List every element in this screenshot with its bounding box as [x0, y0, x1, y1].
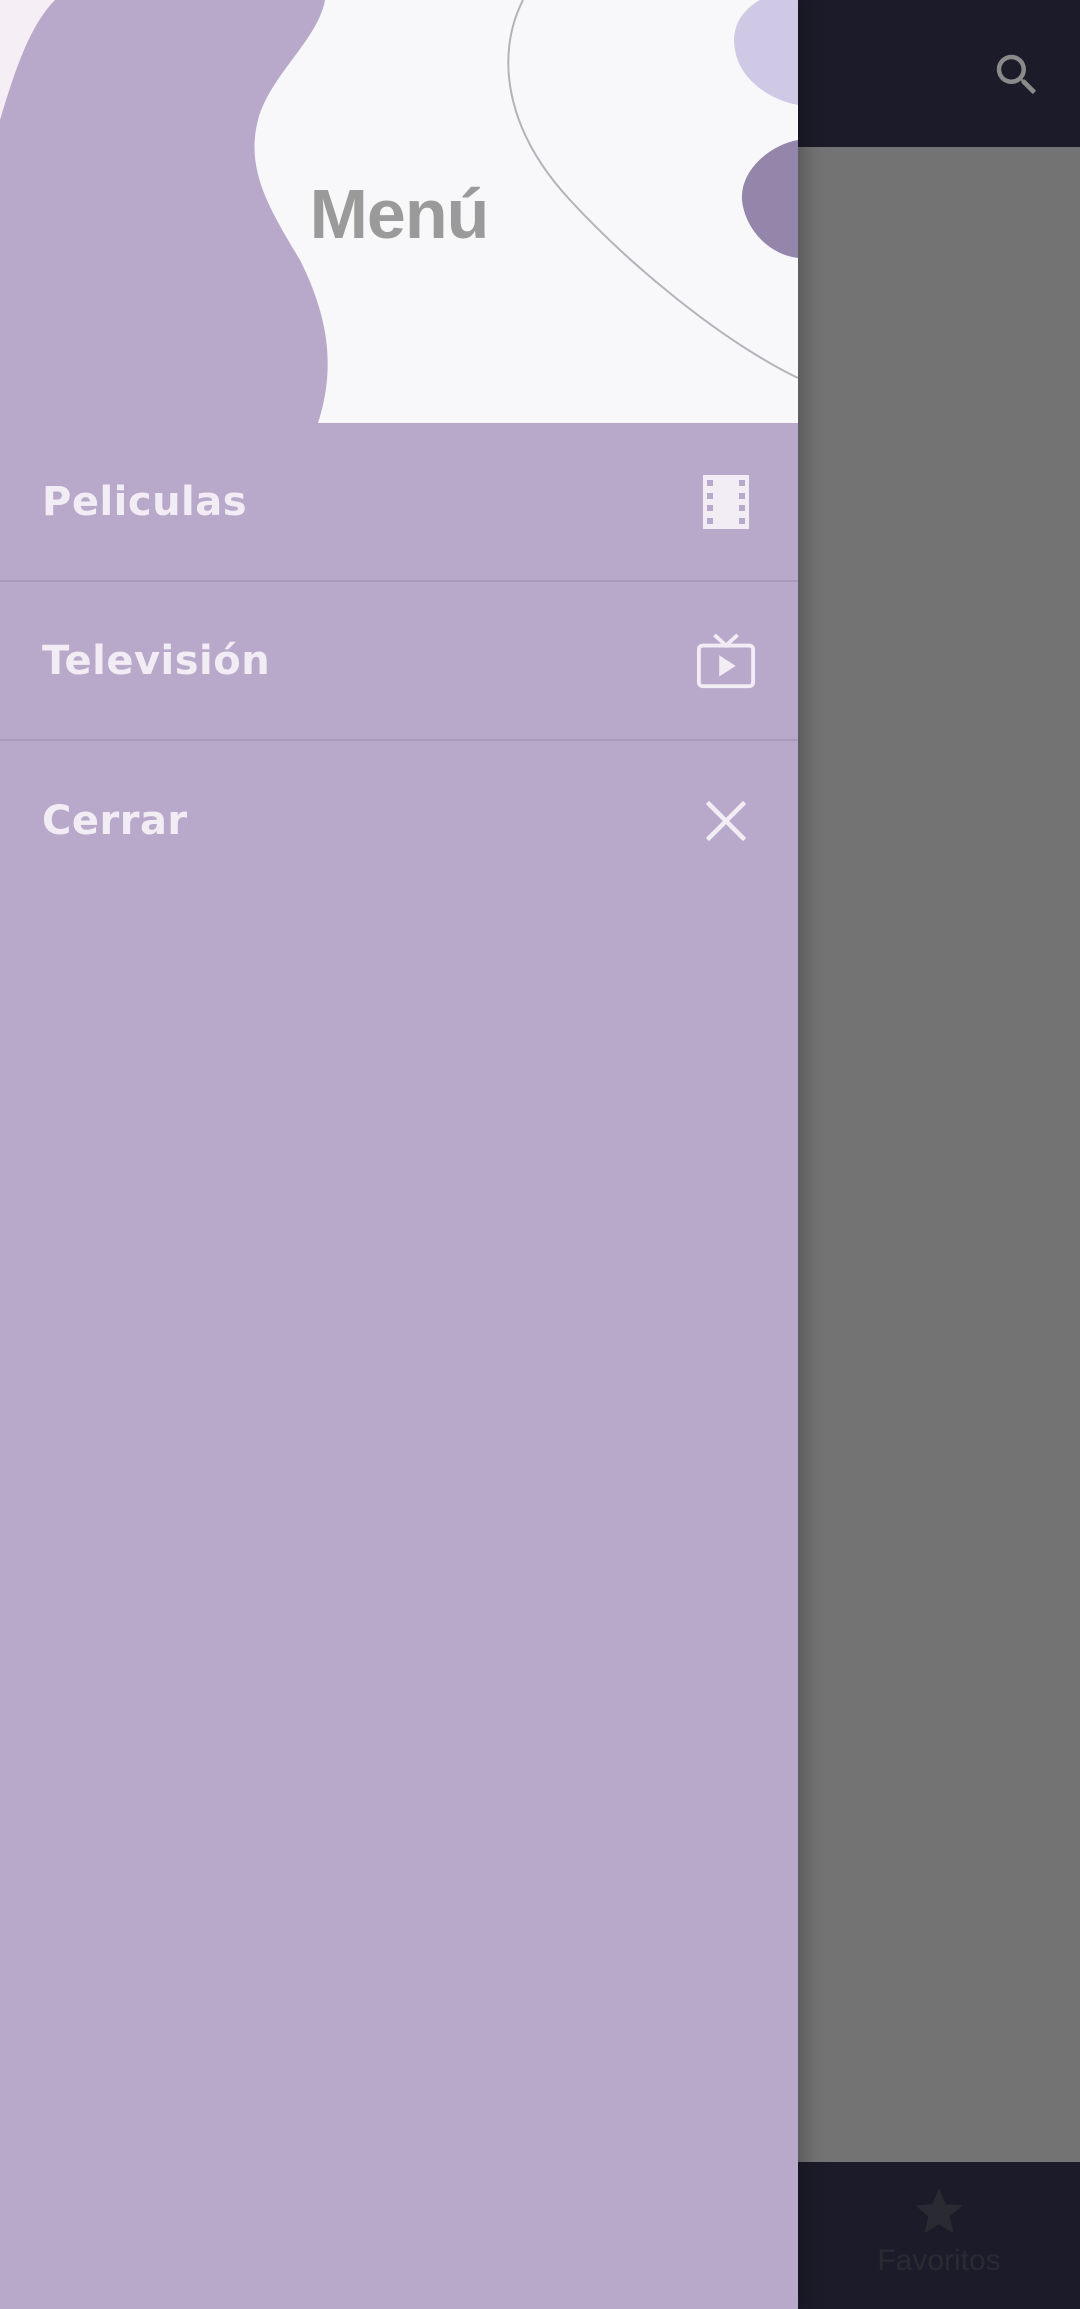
drawer-header: Menú: [0, 0, 798, 423]
menu-item-peliculas[interactable]: Peliculas: [0, 423, 798, 582]
drawer-title: Menú: [309, 175, 490, 253]
favorites-label: Favoritos: [877, 2244, 1001, 2277]
navigation-drawer: Menú Peliculas Televisión Cerrar: [0, 0, 798, 2309]
bottom-nav-favorites[interactable]: Favoritos: [798, 2162, 1080, 2309]
close-icon: [696, 791, 756, 851]
drawer-menu: Peliculas Televisión Cerrar: [0, 423, 798, 900]
menu-item-cerrar[interactable]: Cerrar: [0, 741, 798, 900]
content-area-scrim[interactable]: [798, 147, 1080, 2162]
movie-film-icon: [696, 472, 756, 532]
live-tv-icon: [696, 631, 756, 691]
search-icon: [996, 54, 1037, 95]
star-icon: [915, 2188, 963, 2233]
menu-item-label: Peliculas: [42, 478, 248, 525]
menu-item-television[interactable]: Televisión: [0, 582, 798, 741]
menu-item-label: Televisión: [42, 637, 271, 684]
menu-item-label: Cerrar: [42, 797, 188, 844]
search-button[interactable]: [982, 40, 1052, 110]
